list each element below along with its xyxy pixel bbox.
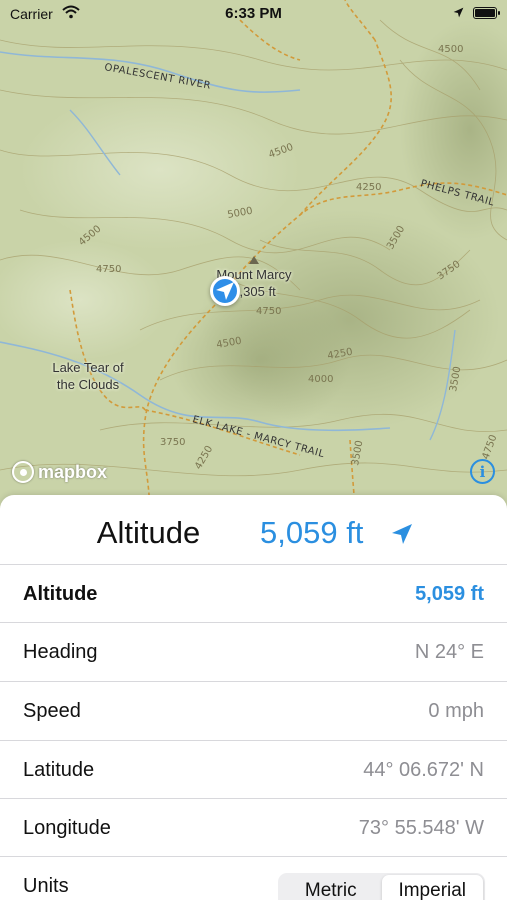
- row-value: 44° 06.672' N: [363, 759, 484, 781]
- location-arrow-icon[interactable]: [390, 522, 414, 546]
- battery-icon: [473, 7, 500, 19]
- row-label: Heading: [23, 641, 98, 663]
- topographic-map[interactable]: 4500 4500 4750 5000 4500 4750 4250 3500 …: [0, 0, 507, 520]
- contour-label: 3750: [160, 437, 185, 448]
- row-latitude[interactable]: Latitude 44° 06.672' N: [0, 740, 507, 799]
- row-longitude[interactable]: Longitude 73° 55.548' W: [0, 798, 507, 857]
- sheet-altitude-value: 5,059 ft: [260, 515, 364, 550]
- sheet-header: Altitude 5,059 ft: [0, 495, 507, 575]
- row-value: N 24° E: [414, 641, 484, 663]
- status-bar: Carrier 6:33 PM: [0, 0, 507, 28]
- row-speed[interactable]: Speed 0 mph: [0, 681, 507, 740]
- info-icon: i: [479, 462, 486, 481]
- mapbox-icon: [12, 461, 34, 483]
- row-value: 73° 55.548' W: [358, 817, 484, 839]
- units-option-metric[interactable]: Metric: [280, 875, 382, 900]
- terrain-map-graphic: 4500 4500 4750 5000 4500 4750 4250 3500 …: [0, 0, 507, 520]
- contour-label: 4750: [96, 264, 121, 275]
- row-label: Altitude: [23, 583, 98, 605]
- status-time: 6:33 PM: [225, 5, 282, 22]
- contour-label: 4500: [438, 44, 463, 55]
- row-label: Latitude: [23, 759, 95, 781]
- row-units: Units Metric Imperial: [0, 856, 507, 900]
- location-services-icon: [453, 7, 464, 18]
- units-segmented-control[interactable]: Metric Imperial: [278, 873, 485, 900]
- mapbox-wordmark: mapbox: [38, 461, 108, 482]
- row-value: 0 mph: [428, 700, 484, 722]
- lake-label[interactable]: Lake Tear of the Clouds: [36, 359, 140, 393]
- lake-name-line2: the Clouds: [56, 377, 120, 392]
- contour-label: 4750: [256, 306, 281, 317]
- sheet-title: Altitude: [96, 515, 201, 550]
- row-altitude[interactable]: Altitude 5,059 ft: [0, 564, 507, 623]
- location-arrow-icon: [216, 282, 234, 300]
- row-heading[interactable]: Heading N 24° E: [0, 622, 507, 681]
- attribution-info-button[interactable]: i: [470, 459, 495, 484]
- row-label: Longitude: [23, 817, 111, 839]
- row-value: 5,059 ft: [415, 583, 484, 605]
- mapbox-logo[interactable]: mapbox: [12, 461, 107, 483]
- lake-name-line1: Lake Tear of: [52, 360, 124, 375]
- row-label: Speed: [23, 700, 81, 722]
- contour-label: 4000: [308, 374, 333, 385]
- contour-label: 4250: [356, 182, 381, 193]
- user-location-marker[interactable]: [210, 276, 240, 306]
- info-sheet[interactable]: Altitude 5,059 ft Altitude 5,059 ft Head…: [0, 495, 507, 900]
- row-label: Units: [23, 875, 69, 897]
- units-option-imperial[interactable]: Imperial: [381, 875, 483, 900]
